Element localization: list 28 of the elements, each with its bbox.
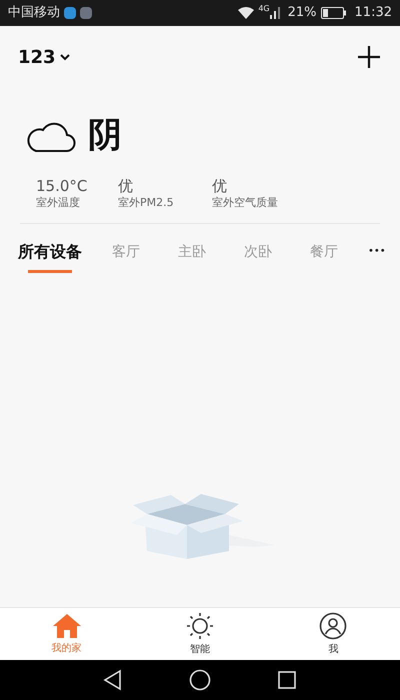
profile-icon <box>319 612 348 640</box>
wifi-icon <box>238 7 254 19</box>
stat-value: 优 <box>118 177 134 195</box>
home-selector[interactable]: 123 <box>18 44 70 70</box>
stat-label: 室外空气质量 <box>212 195 279 211</box>
carrier-text: 中国移动 <box>8 4 60 22</box>
stat-label: 室外温度 <box>36 195 81 211</box>
message-icon <box>64 7 76 19</box>
plus-icon <box>358 46 380 68</box>
more-tabs-button[interactable]: ••• <box>368 240 386 264</box>
network-text: 4G <box>258 3 270 15</box>
battery-percent: 21% <box>288 4 317 22</box>
sun-icon <box>184 612 215 640</box>
battery-icon <box>320 7 347 19</box>
home-icon <box>52 612 82 638</box>
home-button[interactable] <box>188 668 212 692</box>
signal-icon <box>270 7 280 19</box>
room-tab[interactable]: 所有设备 <box>18 240 82 273</box>
nav-tab[interactable]: 我 <box>266 608 400 660</box>
clock-text: 11:32 <box>354 4 392 22</box>
add-button[interactable] <box>356 44 382 70</box>
weather-condition: 阴 <box>88 114 122 157</box>
stat-value: 优 <box>212 177 228 195</box>
stat-label: 室外PM2.5 <box>118 195 175 211</box>
nav-tab[interactable]: 智能 <box>133 608 267 660</box>
stat-value: 15.0°C <box>36 177 88 195</box>
image-icon <box>80 7 92 19</box>
caret-icon <box>60 54 70 60</box>
